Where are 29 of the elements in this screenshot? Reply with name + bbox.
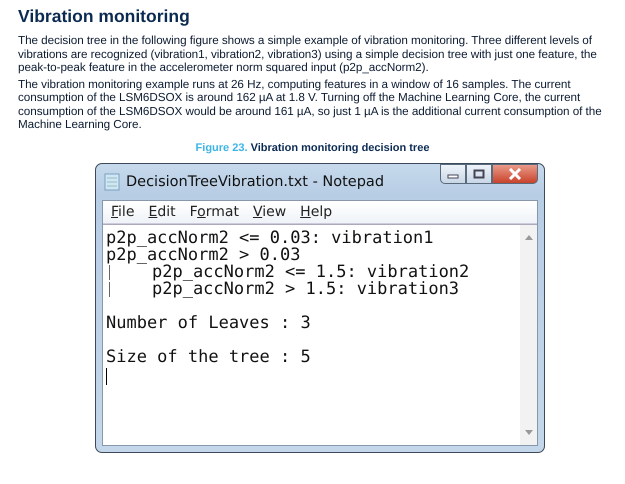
maximize-icon [473, 168, 485, 178]
text-area[interactable]: p2p_accNorm2 <= 0.03: vibration1 p2p_accNorm2 > 0.03 p2p_accNorm2 <= 1.5: vibration2 p2p_accNorm2 > 1.5: vibration3 Number of Leaves : 3 Size of the tree : 5 [103, 224, 537, 444]
tree-guide-line [109, 264, 110, 280]
text-line: Number of Leaves : 3 [106, 314, 312, 332]
body-paragraph: The decision tree in the following figure shows a simple example of vibration monitoring. Three different levels of vibrations are recognized (vibration1, vibration2, vibration3) using a simple decision tree with just one feature, the peak-to-peak feature in the accelerometer norm squared input (p2p_accNorm2). [18, 34, 598, 74]
figure-caption: Figure 23. Vibration monitoring decision tree [194, 142, 430, 154]
close-icon [508, 168, 522, 180]
close-button[interactable] [492, 164, 538, 184]
menu-item[interactable]: Format [184, 204, 245, 220]
menu-item[interactable]: View [246, 204, 292, 220]
tree-guide-line [109, 282, 110, 296]
body-paragraph: The vibration monitoring example runs at 26 Hz, computing features in a window of 16 samples. The current consumption of the LSM6DSOX is around 162 µA at 1.8 V. Turning off the Machine Learning Core, the current consumption of the LSM6DSOX would be around 161 µA, so just 1 µA is the additional current consumption of the Machine Learning Core. [18, 78, 603, 132]
maximize-button[interactable] [466, 164, 492, 184]
scrollbar[interactable] [520, 224, 537, 444]
text-cursor [106, 368, 107, 384]
menu-item[interactable]: Edit [142, 204, 182, 220]
menu-item[interactable]: Help [294, 204, 338, 220]
window-title: DecisionTreeVibration.txt - Notepad [126, 174, 384, 190]
minimize-button[interactable] [440, 164, 466, 184]
menu-item[interactable]: File [105, 204, 140, 220]
section-heading: Vibration monitoring [18, 6, 191, 27]
scroll-up-icon [524, 234, 532, 240]
text-line: p2p_accNorm2 > 1.5: vibration3 [152, 280, 460, 298]
text-line: p2p_accNorm2 > 0.03 [106, 246, 302, 264]
scroll-down-icon [524, 430, 532, 434]
notepad-icon [104, 172, 120, 190]
text-line: p2p_accNorm2 <= 0.03: vibration1 [106, 230, 435, 246]
text-line: Size of the tree : 5 [106, 348, 312, 366]
text-line: p2p_accNorm2 <= 1.5: vibration2 [152, 264, 470, 280]
